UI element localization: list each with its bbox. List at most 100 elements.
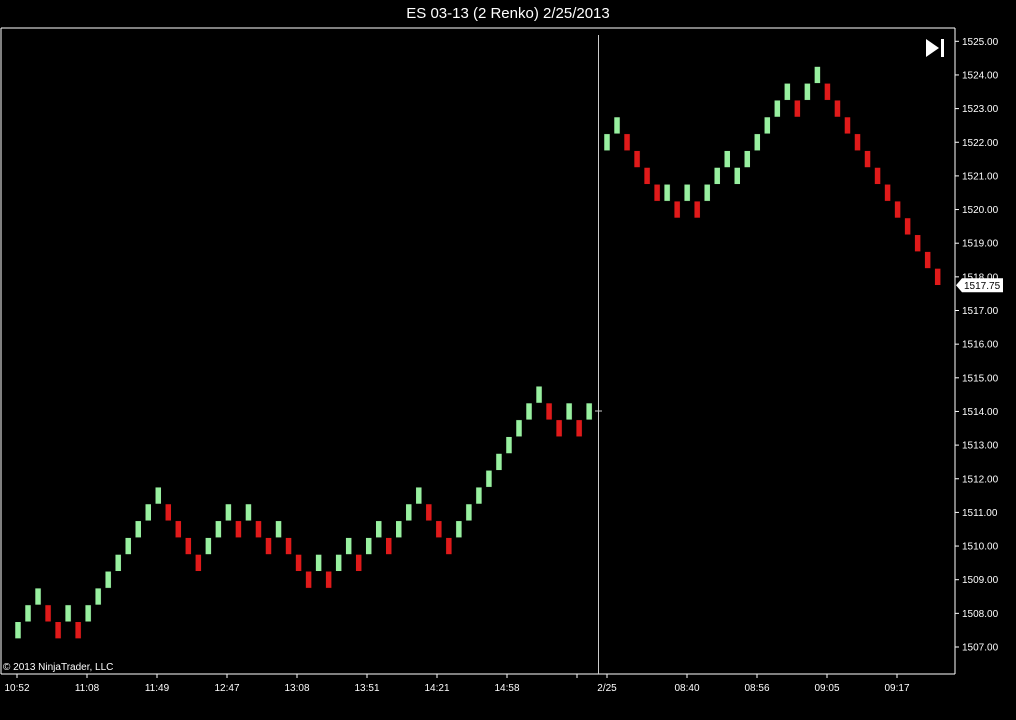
renko-brick-up (335, 554, 342, 572)
renko-brick-up (784, 83, 791, 101)
y-tick-label: 1521.00 (962, 171, 999, 182)
renko-brick-up (774, 99, 781, 118)
y-tick-label: 1515.00 (962, 373, 999, 384)
renko-brick-down (165, 503, 172, 522)
renko-brick-down (894, 200, 901, 219)
renko-brick-up (495, 453, 503, 471)
renko-brick-up (14, 621, 22, 639)
y-tick-label: 1514.00 (962, 407, 999, 418)
x-tick-label: 2/25 (597, 683, 617, 694)
renko-brick-down (924, 251, 931, 269)
x-tick-label: 13:51 (354, 683, 379, 694)
y-tick-label: 1510.00 (962, 542, 999, 553)
renko-brick-up (683, 184, 691, 202)
x-tick-label: 11:08 (75, 683, 100, 694)
time-axis: 10:52 11:08 11:49 12:47 13:08 13:51 14:21 14:58… (4, 674, 910, 694)
renko-brick-down (385, 537, 392, 555)
renko-brick-down (425, 503, 433, 522)
renko-brick-up (485, 470, 493, 488)
renko-brick-down (305, 571, 312, 589)
renko-brick-up (475, 486, 483, 505)
renko-brick-up (405, 503, 413, 522)
renko-brick-up (155, 486, 162, 505)
renko-brick-up (505, 436, 513, 454)
y-tick-label: 1525.00 (962, 37, 999, 48)
renko-brick-up (565, 402, 573, 421)
plot-frame (0, 27, 956, 675)
y-tick-label: 1513.00 (962, 441, 999, 452)
renko-brick-up (245, 503, 252, 522)
renko-brick-up (535, 385, 543, 404)
renko-brick-up (84, 604, 92, 623)
renko-brick-down (355, 554, 362, 572)
renko-brick-up (205, 537, 212, 555)
renko-brick-down (904, 217, 911, 236)
renko-brick-down (285, 537, 292, 555)
renko-brick-up (315, 554, 322, 572)
renko-brick-down (623, 133, 631, 151)
renko-brick-up (703, 184, 711, 202)
renko-brick-down (195, 554, 202, 572)
renko-brick-down (633, 150, 641, 168)
x-tick-label: 08:40 (674, 683, 699, 694)
renko-brick-down (874, 167, 881, 185)
renko-brick-down (934, 268, 941, 286)
x-tick-label: 08:56 (744, 683, 769, 694)
renko-brick-up (114, 554, 122, 572)
renko-brick-up (754, 133, 761, 151)
renko-brick-up (24, 604, 32, 623)
renko-brick-up (804, 83, 811, 101)
renko-brick-down (255, 520, 262, 538)
renko-brick-up (744, 150, 751, 168)
renko-brick-up (215, 520, 222, 538)
renko-brick-up (713, 167, 721, 185)
y-tick-label: 1508.00 (962, 609, 999, 620)
y-tick-label: 1523.00 (962, 104, 999, 115)
x-tick-label: 13:08 (284, 683, 309, 694)
renko-brick-up (94, 587, 102, 606)
renko-brick-down (824, 83, 831, 101)
renko-brick-up (663, 184, 671, 202)
renko-brick-down (435, 520, 443, 538)
x-tick-label: 14:58 (494, 683, 519, 694)
renko-brick-down (295, 554, 302, 572)
renko-brick-down (914, 234, 921, 252)
renko-brick-down (643, 167, 651, 185)
renko-brick-down (185, 537, 192, 555)
renko-brick-down (555, 419, 563, 437)
renko-brick-down (693, 200, 701, 219)
y-tick-label: 1519.00 (962, 239, 999, 250)
x-tick-label: 11:49 (145, 683, 170, 694)
renko-brick-down (673, 200, 681, 219)
y-tick-label: 1507.00 (962, 643, 999, 654)
renko-brick-up (603, 133, 611, 151)
renko-brick-up (455, 520, 463, 538)
renko-brick-up (365, 537, 372, 555)
renko-brick-up (225, 503, 232, 522)
y-tick-label: 1509.00 (962, 575, 999, 586)
x-tick-label: 09:05 (814, 683, 839, 694)
renko-brick-up (415, 486, 423, 505)
x-tick-label: 10:52 (4, 683, 29, 694)
x-tick-label: 12:47 (214, 683, 239, 694)
renko-brick-down (794, 99, 801, 118)
chart-overlay: 1517.75 (595, 35, 1003, 674)
renko-brick-up (515, 419, 523, 437)
y-tick-label: 1522.00 (962, 138, 999, 149)
last-price-label: 1517.75 (964, 281, 1001, 292)
renko-brick-down (265, 537, 272, 555)
renko-brick-down (545, 402, 553, 421)
scroll-to-end-button[interactable] (922, 36, 950, 60)
renko-brick-up (465, 503, 473, 522)
renko-brick-down (445, 537, 453, 555)
y-tick-label: 1512.00 (962, 474, 999, 485)
renko-brick-up (104, 571, 112, 589)
renko-chart[interactable]: 1507.00 1508.00 1509.00 1510.00 1511.00 1512.… (0, 0, 1016, 720)
renko-brick-down (854, 133, 861, 151)
y-tick-label: 1524.00 (962, 70, 999, 81)
renko-brick-up (734, 167, 741, 185)
renko-brick-down (175, 520, 182, 538)
renko-brick-up (124, 537, 132, 555)
x-tick-label: 14:21 (424, 683, 449, 694)
renko-brick-down (834, 99, 841, 118)
